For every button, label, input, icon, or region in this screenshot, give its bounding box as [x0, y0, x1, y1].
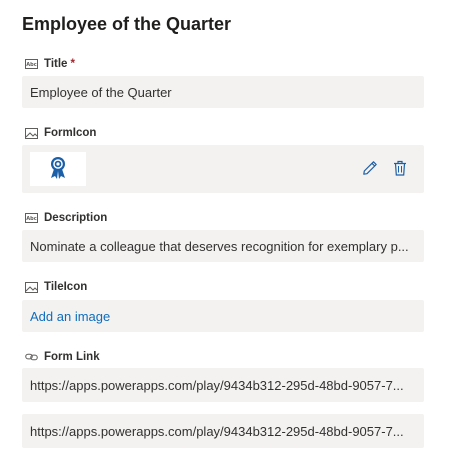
svg-text:Abc: Abc [26, 62, 36, 68]
description-field[interactable]: Nominate a colleague that deserves recog… [22, 230, 424, 262]
svg-text:Abc: Abc [26, 216, 36, 222]
image-field-icon [25, 127, 38, 139]
delete-icon[interactable] [390, 157, 410, 179]
item-details-panel: Employee of the Quarter Abc Title * Empl… [0, 0, 450, 452]
formlink-field-label: Form Link [25, 350, 100, 364]
formlink-label-text: Form Link [44, 351, 100, 363]
formlink-field[interactable]: https://apps.powerapps.com/play/9434b312… [22, 368, 424, 402]
edit-icon[interactable] [360, 157, 380, 179]
title-field-label: Abc Title * [25, 57, 75, 71]
formicon-thumbnail [30, 152, 86, 186]
description-field-label: Abc Description [25, 211, 107, 225]
tileicon-field-label: TileIcon [25, 280, 87, 294]
image-field-icon [25, 281, 38, 293]
title-field[interactable]: Employee of the Quarter [22, 76, 424, 108]
formicon-label-text: FormIcon [44, 127, 97, 139]
formlink-field-value: https://apps.powerapps.com/play/9434b312… [30, 423, 404, 439]
tileicon-field[interactable]: Add an image [22, 300, 424, 332]
tileicon-label-text: TileIcon [44, 281, 88, 293]
text-field-icon: Abc [25, 58, 38, 70]
formlink-field-secondary[interactable]: https://apps.powerapps.com/play/9434b312… [22, 414, 424, 448]
add-image-link[interactable]: Add an image [30, 309, 110, 324]
title-label-text: Title [44, 58, 68, 70]
page-title: Employee of the Quarter [22, 14, 232, 34]
description-field-value: Nominate a colleague that deserves recog… [30, 238, 409, 254]
formicon-field-label: FormIcon [25, 126, 96, 140]
description-label-text: Description [44, 212, 108, 224]
link-icon [25, 351, 38, 363]
award-ribbon-icon [49, 156, 67, 183]
formlink-field-value: https://apps.powerapps.com/play/9434b312… [30, 377, 404, 393]
required-indicator: * [70, 58, 75, 70]
text-field-icon: Abc [25, 212, 38, 224]
formicon-field[interactable] [22, 145, 424, 193]
title-field-value: Employee of the Quarter [30, 84, 172, 100]
